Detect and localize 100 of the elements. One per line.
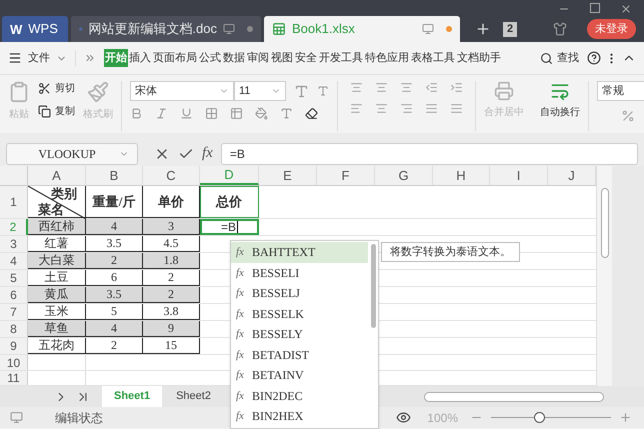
- column-header[interactable]: C: [143, 166, 200, 185]
- wrap-text-button[interactable]: 自动换行: [532, 81, 589, 131]
- shirt-icon[interactable]: [553, 22, 568, 36]
- row-header[interactable]: 10: [0, 354, 28, 370]
- scissors-icon: [38, 82, 51, 95]
- ribbon-tab[interactable]: 公式: [198, 49, 222, 67]
- distribute-icon[interactable]: [450, 102, 463, 115]
- table-cell: 玉米: [28, 304, 86, 320]
- function-suggestion[interactable]: fx BESSELK: [231, 304, 368, 324]
- window-tab[interactable]: 网站更新编辑文档.doc: [71, 16, 261, 42]
- column-header[interactable]: F: [317, 166, 375, 185]
- ribbon-tab[interactable]: 审阅: [246, 49, 270, 67]
- new-tab-icon[interactable]: [475, 21, 491, 37]
- ribbon-tab[interactable]: 页面布局: [152, 49, 198, 67]
- window-tab[interactable]: W WPS: [2, 16, 68, 42]
- row-header[interactable]: 9: [0, 338, 28, 354]
- function-suggestion[interactable]: fx BESSELI: [231, 262, 368, 283]
- table-cell: 大白菜: [28, 252, 86, 269]
- eraser-icon[interactable]: [305, 107, 318, 120]
- dish-name-label: 菜名: [38, 202, 64, 216]
- zoom-slider-track[interactable]: [491, 412, 611, 424]
- monitor-icon[interactable]: [422, 23, 434, 35]
- column-header[interactable]: I: [490, 166, 548, 185]
- function-name: BESSELY: [252, 326, 303, 344]
- zoom-in-icon[interactable]: [619, 411, 632, 424]
- indent-increase-icon[interactable]: [450, 81, 463, 94]
- row-header[interactable]: 1: [0, 186, 28, 218]
- sheet-tab[interactable]: Sheet2: [164, 386, 223, 407]
- row-header[interactable]: 8: [0, 320, 28, 337]
- cell-style-icon[interactable]: [230, 107, 243, 120]
- active-cell-input[interactable]: =B: [200, 218, 259, 235]
- function-name: BIN2DEC: [252, 388, 303, 405]
- function-icon: fx: [236, 326, 244, 342]
- status-monitor-icon[interactable]: [10, 411, 23, 424]
- file-menu[interactable]: 文件: [8, 50, 76, 66]
- indent-decrease-icon[interactable]: [425, 81, 438, 94]
- row-header[interactable]: 3: [0, 236, 28, 252]
- fill-color-icon[interactable]: [255, 107, 268, 120]
- window-count[interactable]: 2: [503, 22, 518, 36]
- ribbon-tab[interactable]: 插入: [128, 49, 152, 67]
- function-suggestion[interactable]: fx BAHTTEXT: [231, 242, 368, 262]
- horizontal-scrollbar[interactable]: [424, 392, 604, 402]
- column-header[interactable]: B: [86, 166, 143, 185]
- font-size-select[interactable]: 11: [234, 81, 286, 101]
- function-suggestion[interactable]: fx BESSELY: [231, 324, 368, 344]
- align-center-icon[interactable]: [375, 102, 388, 115]
- login-button[interactable]: 未登录: [587, 19, 636, 39]
- name-box[interactable]: VLOOKUP: [6, 142, 138, 164]
- number-format-select[interactable]: 常规: [597, 81, 644, 101]
- chevrons-icon[interactable]: [84, 52, 96, 64]
- bold-icon[interactable]: [130, 107, 143, 120]
- column-header[interactable]: G: [375, 166, 433, 185]
- formula-input[interactable]: =B: [220, 142, 638, 164]
- insert-function-button[interactable]: fx: [202, 142, 213, 165]
- monitor-icon[interactable]: [223, 23, 235, 35]
- row-header[interactable]: 11: [0, 371, 28, 385]
- table-cell: 1.8: [143, 252, 200, 269]
- align-left-icon[interactable]: [350, 102, 363, 115]
- border-icon[interactable]: [205, 107, 218, 120]
- table-cell: 2: [143, 270, 200, 286]
- help-icon[interactable]: [587, 51, 601, 65]
- cut-button[interactable]: 剪切: [38, 81, 75, 96]
- underline-icon[interactable]: [180, 107, 193, 120]
- row-header[interactable]: 5: [0, 270, 28, 286]
- column-header[interactable]: E: [259, 166, 317, 185]
- row-header[interactable]: 4: [0, 252, 28, 269]
- ribbon-tab[interactable]: 视图: [270, 49, 294, 67]
- eye-icon[interactable]: [396, 410, 412, 425]
- column-header[interactable]: A: [28, 166, 86, 185]
- tab-label: Book1.xlsx: [292, 20, 355, 38]
- table-cell: 2: [143, 286, 200, 303]
- copy-button[interactable]: 复制: [38, 104, 75, 119]
- function-suggestion[interactable]: fx BIN2HEX: [231, 406, 368, 426]
- ribbon-tab[interactable]: 数据: [222, 49, 246, 67]
- font-select[interactable]: 宋体: [130, 81, 234, 101]
- search-button[interactable]: 查找: [540, 50, 579, 66]
- function-suggestion[interactable]: fx BETAINV: [231, 365, 368, 386]
- status-mode: 编辑状态: [55, 410, 103, 426]
- row-header[interactable]: 7: [0, 304, 28, 320]
- maximize-icon[interactable]: [590, 3, 600, 13]
- function-suggestion[interactable]: fx BIN2DEC: [231, 386, 368, 406]
- function-name: BIN2HEX: [252, 408, 304, 426]
- list-scrollbar-thumb[interactable]: [371, 244, 376, 328]
- ribbon-tab[interactable]: 表格工具: [410, 49, 456, 67]
- column-header[interactable]: H: [433, 166, 490, 185]
- italic-icon[interactable]: [155, 107, 168, 120]
- font-color-icon[interactable]: [280, 107, 293, 120]
- ribbon-tab[interactable]: 安全: [294, 49, 318, 67]
- ribbon-tab[interactable]: 文档助手: [456, 49, 502, 67]
- function-suggestion[interactable]: fx BESSELJ: [231, 283, 368, 304]
- percent-icon[interactable]: [621, 109, 635, 123]
- ribbon-tab[interactable]: 特色应用: [364, 49, 410, 67]
- justify-icon[interactable]: [425, 102, 438, 115]
- close-icon[interactable]: [620, 3, 632, 15]
- function-suggestion[interactable]: fx BETADIST: [231, 344, 368, 365]
- align-right-icon[interactable]: [400, 102, 413, 115]
- vertical-scrollbar[interactable]: [596, 166, 612, 386]
- zoom-slider-thumb[interactable]: [534, 412, 545, 422]
- row-header[interactable]: 6: [0, 286, 28, 303]
- ribbon-tab[interactable]: 开发工具: [318, 49, 364, 67]
